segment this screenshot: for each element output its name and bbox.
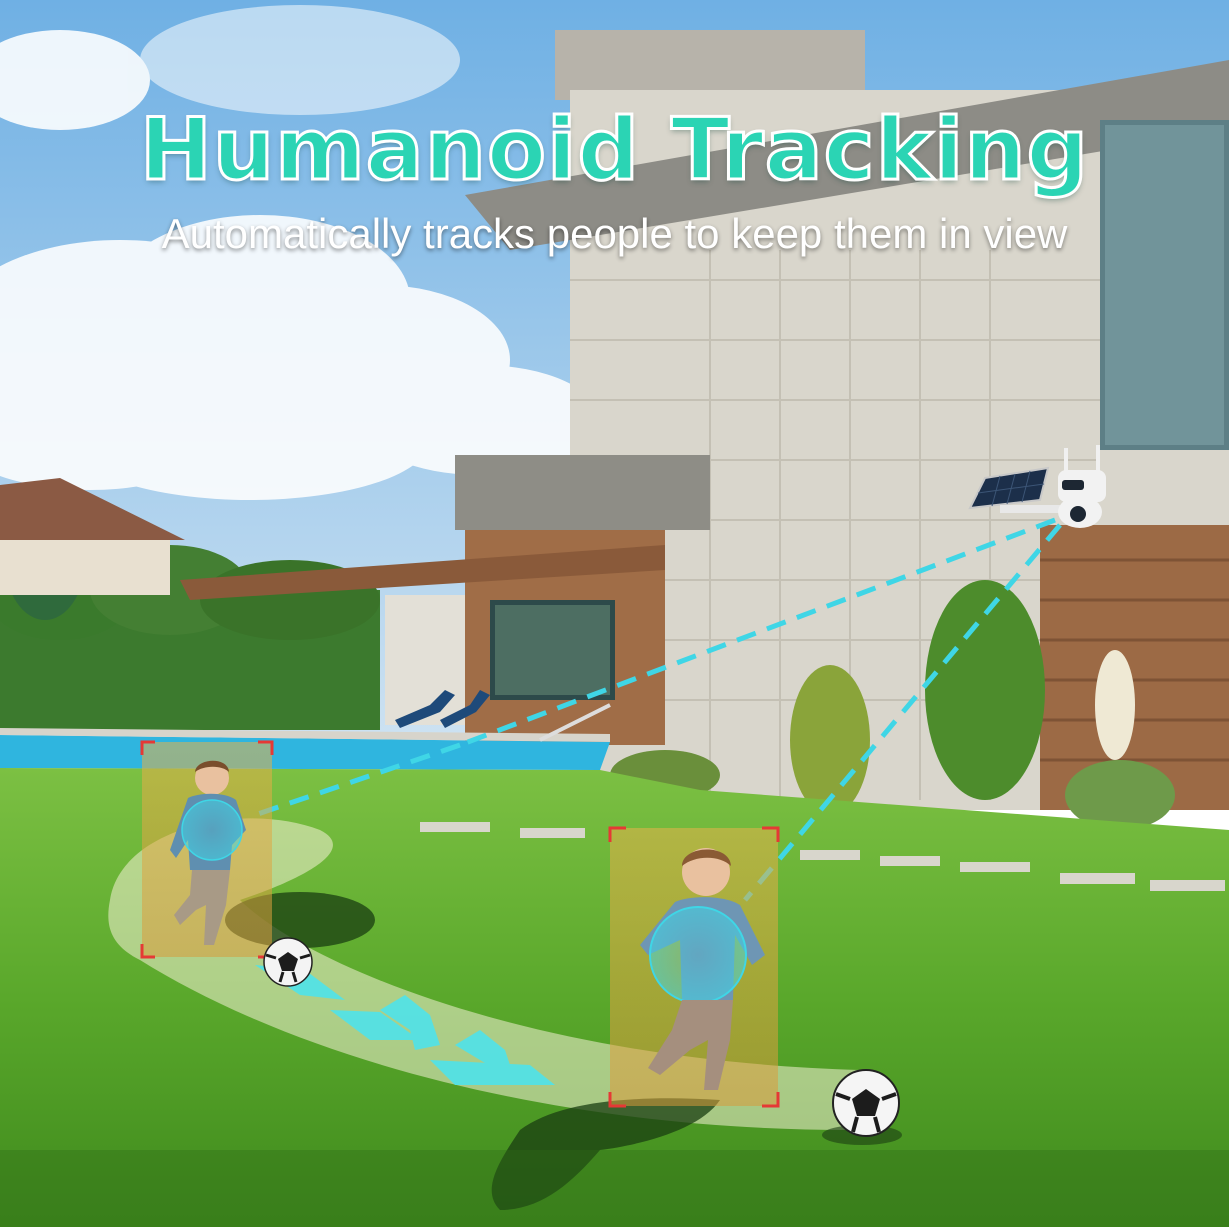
page-subtitle: Automatically tracks people to keep them…: [161, 210, 1068, 257]
page-title: Humanoid Tracking: [138, 99, 1090, 202]
soccer-ball-small: [263, 937, 313, 987]
